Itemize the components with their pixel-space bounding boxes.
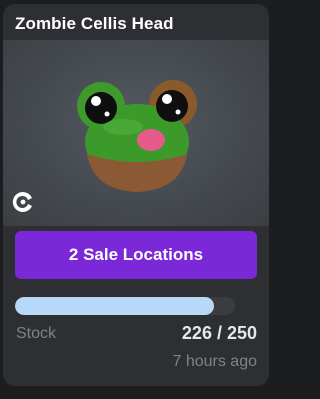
- item-image-area[interactable]: [3, 40, 269, 226]
- sale-locations-button[interactable]: 2 Sale Locations: [15, 231, 257, 279]
- stock-count: 226 / 250: [181, 323, 257, 343]
- stock-label: Stock: [16, 325, 57, 342]
- frog-head-hat-icon: [77, 80, 197, 192]
- updated-timestamp: 7 hours ago: [172, 353, 257, 370]
- stock-progress-fill: [15, 297, 214, 315]
- item-card[interactable]: Zombie Cellis Head 2 Sale Locations Stoc…: [3, 4, 269, 386]
- item-title: Zombie Cellis Head: [15, 14, 174, 33]
- creator-logo-icon[interactable]: [11, 190, 35, 214]
- stock-progress-bar: [15, 297, 235, 315]
